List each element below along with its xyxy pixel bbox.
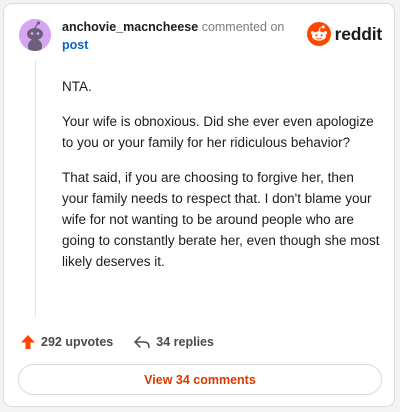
- reddit-logo[interactable]: reddit: [306, 22, 383, 46]
- username-link[interactable]: anchovie_macncheese: [62, 20, 198, 34]
- snoo-avatar-icon: [19, 19, 51, 51]
- reddit-snoo-icon: [306, 22, 331, 46]
- upvote-button[interactable]: 292 upvotes: [20, 334, 113, 350]
- upvote-arrow-icon: [21, 335, 35, 349]
- replies-button[interactable]: 34 replies: [133, 334, 214, 350]
- comment-paragraph: That said, if you are choosing to forgiv…: [62, 170, 380, 269]
- comment-body: NTA. Your wife is obnoxious. Did she eve…: [62, 76, 382, 286]
- post-link[interactable]: post: [62, 38, 88, 52]
- comment-paragraph: NTA.: [62, 79, 92, 94]
- thread-line: [35, 60, 36, 317]
- comment-card: anchovie_macncheese commented on post re…: [3, 3, 395, 407]
- reddit-wordmark: reddit: [334, 23, 383, 44]
- reply-count: 34 replies: [156, 335, 214, 349]
- user-avatar[interactable]: [19, 19, 51, 51]
- upvote-count: 292 upvotes: [41, 335, 114, 349]
- comment-actions: 292 upvotes 34 replies: [20, 332, 214, 352]
- comment-paragraph: Your wife is obnoxious. Did she ever eve…: [62, 114, 374, 150]
- view-comments-button[interactable]: View 34 comments: [18, 364, 382, 395]
- action-text: commented on: [201, 20, 285, 34]
- comment-meta: anchovie_macncheese commented on post: [62, 18, 294, 54]
- view-comments-label: View 34 comments: [144, 372, 256, 387]
- reply-arrow-icon: [134, 336, 151, 349]
